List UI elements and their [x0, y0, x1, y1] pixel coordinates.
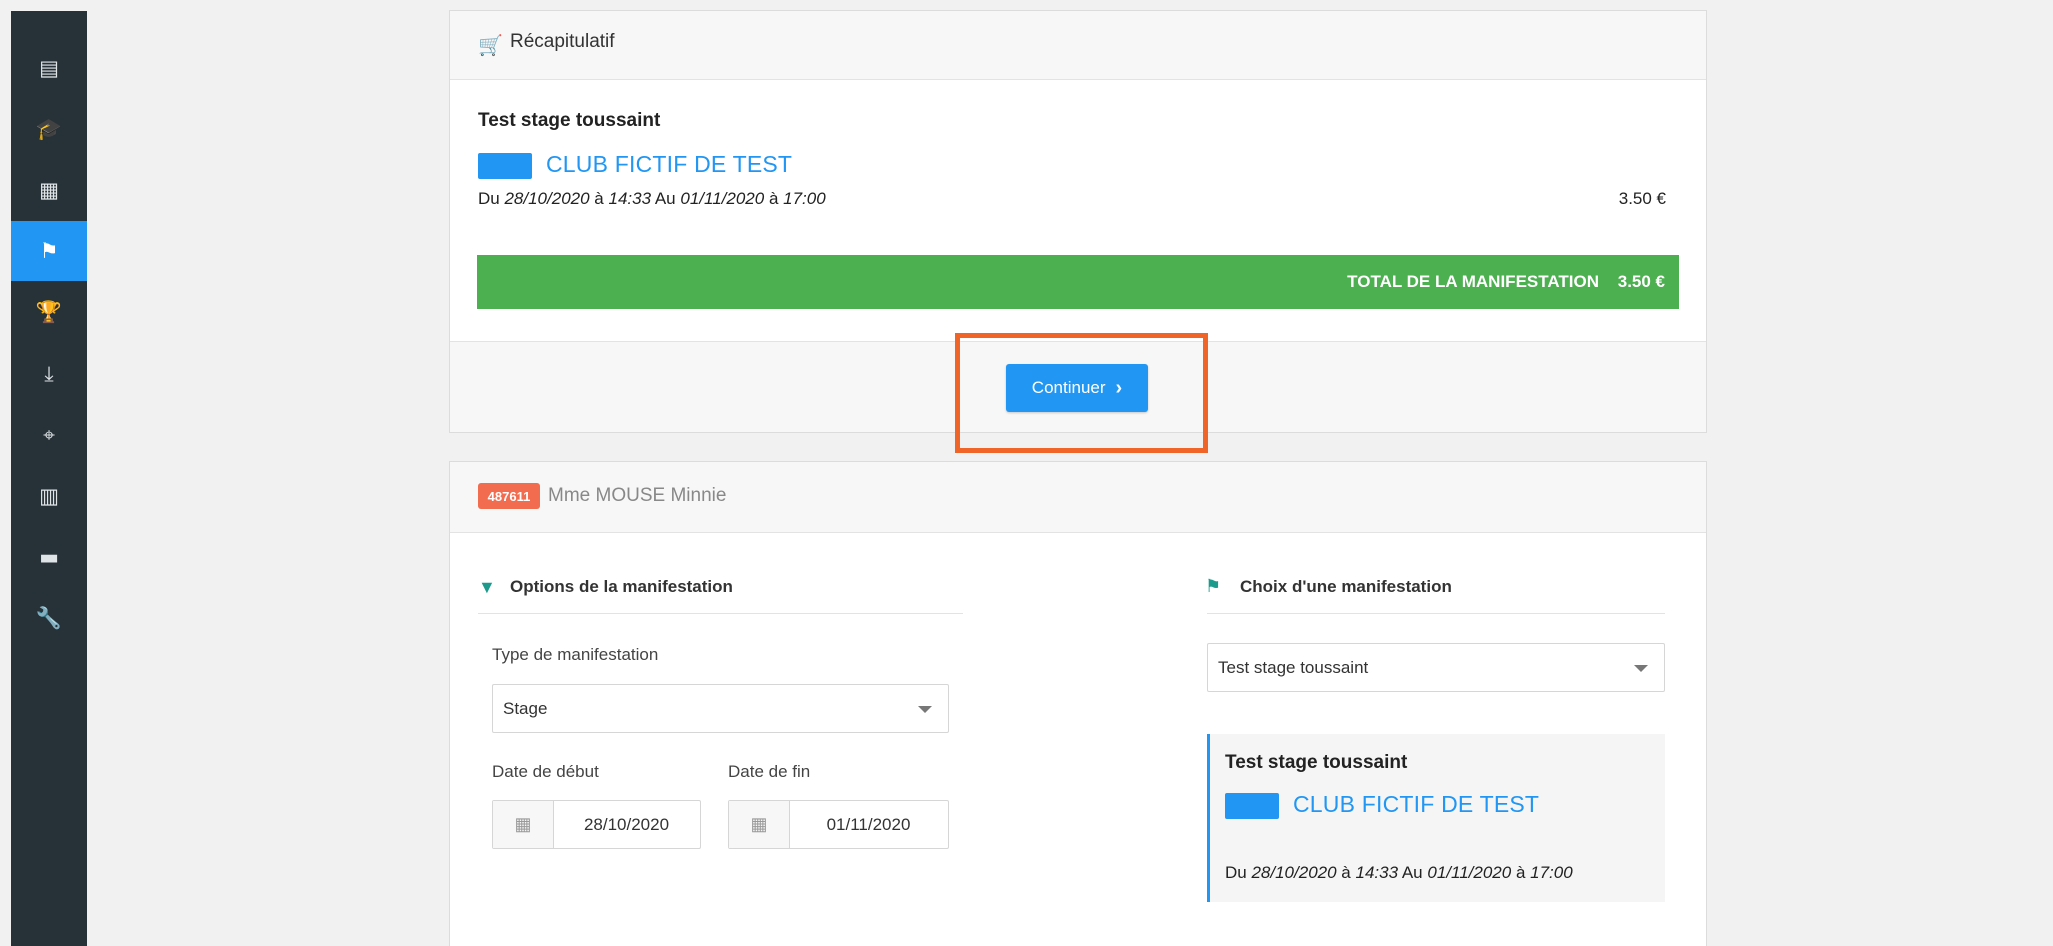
shopping-cart-icon: 🛒 — [478, 35, 503, 57]
newspaper-icon: ▤ — [39, 56, 59, 80]
sidebar-item-news[interactable]: ▤ — [11, 38, 87, 98]
card-dates-au: Au — [1401, 863, 1423, 882]
end-date-value: 01/11/2020 — [826, 814, 911, 834]
start-date: 28/10/2020 — [504, 189, 590, 208]
participant-id-badge: 487611 — [478, 483, 540, 509]
selected-event-card: Test stage toussaint CLUB FICTIF DE TEST… — [1207, 734, 1665, 902]
start-date-field[interactable]: ▦ 28/10/2020 — [492, 800, 701, 849]
chevron-down-icon — [918, 705, 932, 713]
type-select[interactable]: Stage — [492, 684, 949, 733]
calendar-icon[interactable]: ▦ — [729, 801, 790, 848]
dates-a2: à — [768, 189, 779, 208]
recap-title: Récapitulatif — [510, 31, 615, 52]
participant-header: 487611 Mme MOUSE Minnie — [450, 462, 1706, 533]
start-time: 14:33 — [608, 189, 652, 208]
graduation-cap-icon: 🎓 — [35, 116, 63, 141]
folder-icon: ▬ — [39, 545, 59, 569]
card-event-dates: Du 28/10/2020 à 14:33 Au 01/11/2020 à 17… — [1225, 863, 1573, 883]
event-price: 3.50 € — [1618, 189, 1666, 208]
sidebar: ▤ 🎓 ▦ ⚑ 🏆 ⤓ ⌖ ▥ ▬ 🔧 — [11, 11, 87, 946]
dates-du: Du — [478, 189, 500, 208]
end-date-label: Date de fin — [728, 762, 811, 781]
start-date-label: Date de début — [492, 762, 599, 781]
sidebar-item-places[interactable]: ⌖ — [11, 405, 87, 465]
sidebar-item-stats[interactable]: ▥ — [11, 466, 87, 526]
event-select[interactable]: Test stage toussaint — [1207, 643, 1665, 692]
sidebar-item-settings[interactable]: 🔧 — [11, 588, 87, 648]
card-start-time: 14:33 — [1355, 863, 1399, 882]
checkered-flag-icon: ⚑ — [1205, 576, 1222, 596]
type-select-value: Stage — [503, 698, 548, 718]
club-color-swatch — [478, 153, 532, 179]
event-name: Test stage toussaint — [478, 110, 661, 131]
bar-chart-icon: ▥ — [39, 484, 59, 508]
sidebar-item-training[interactable]: 🎓 — [11, 99, 87, 159]
recap-header: 🛒 Récapitulatif — [450, 11, 1706, 80]
total-value: 3.50 € — [1617, 272, 1665, 291]
dates-au: Au — [654, 189, 676, 208]
chevron-down-icon — [1634, 664, 1648, 672]
event-dates: Du 28/10/2020 à 14:33 Au 01/11/2020 à 17… — [478, 189, 826, 209]
dates-a1: à — [594, 189, 604, 208]
card-dates-du: Du — [1225, 863, 1247, 882]
card-end-date: 01/11/2020 — [1427, 863, 1512, 882]
end-time: 17:00 — [783, 189, 826, 208]
sidebar-item-calendar[interactable]: ▦ — [11, 160, 87, 220]
options-divider — [478, 613, 963, 614]
filter-icon: ▼ — [478, 577, 496, 597]
total-bar: TOTAL DE LA MANIFESTATION 3.50 € — [477, 255, 1679, 309]
type-label: Type de manifestation — [492, 645, 659, 664]
calendar-icon[interactable]: ▦ — [493, 801, 554, 848]
card-dates-a2: à — [1515, 863, 1526, 882]
card-club-swatch — [1225, 793, 1279, 819]
end-date-field[interactable]: ▦ 01/11/2020 — [728, 800, 949, 849]
event-select-value: Test stage toussaint — [1218, 657, 1369, 677]
checkered-flag-icon: ⚑ — [39, 239, 59, 263]
sidebar-item-inbox[interactable]: ⤓ — [11, 344, 87, 404]
options-title: Options de la manifestation — [510, 577, 733, 596]
total-label: TOTAL DE LA MANIFESTATION — [1347, 272, 1599, 291]
highlight-annotation — [955, 333, 1208, 453]
sidebar-item-events[interactable]: ⚑ — [11, 221, 87, 281]
sidebar-item-trophies[interactable]: 🏆 — [11, 282, 87, 342]
card-club-name[interactable]: CLUB FICTIF DE TEST — [1293, 791, 1539, 818]
card-end-time: 17:00 — [1530, 863, 1573, 882]
trophy-icon: 🏆 — [35, 299, 63, 324]
participant-name: Mme MOUSE Minnie — [548, 485, 727, 506]
sidebar-item-files[interactable]: ▬ — [11, 527, 87, 587]
wrench-icon: 🔧 — [35, 605, 63, 630]
choice-title: Choix d'une manifestation — [1240, 577, 1452, 596]
inbox-download-icon: ⤓ — [44, 361, 54, 386]
choice-divider — [1207, 613, 1665, 614]
end-date: 01/11/2020 — [680, 189, 765, 208]
card-event-name: Test stage toussaint — [1225, 752, 1408, 773]
card-dates-a1: à — [1341, 863, 1351, 882]
map-marker-icon: ⌖ — [43, 422, 55, 447]
card-start-date: 28/10/2020 — [1251, 863, 1337, 882]
calendar-icon: ▦ — [39, 178, 59, 202]
club-name[interactable]: CLUB FICTIF DE TEST — [546, 151, 792, 178]
start-date-value: 28/10/2020 — [583, 814, 670, 834]
